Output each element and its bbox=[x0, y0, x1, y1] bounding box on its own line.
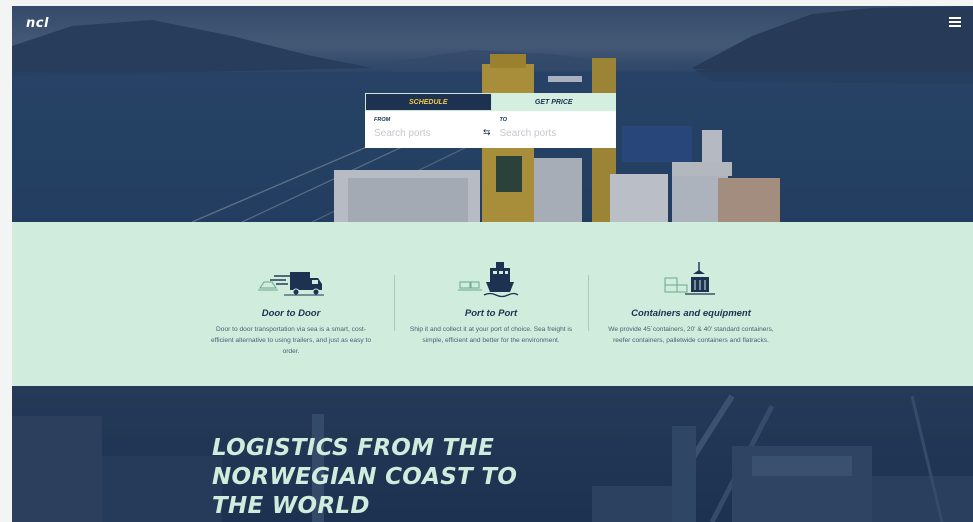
headline-line-3: THE WORLD bbox=[212, 493, 370, 519]
truck-icon bbox=[196, 254, 386, 300]
tab-get-price[interactable]: GET PRICE bbox=[491, 93, 616, 111]
from-port-input[interactable] bbox=[374, 128, 484, 139]
search-tabs: SCHEDULE GET PRICE bbox=[365, 93, 616, 111]
headline: LOGISTICS FROM THE NORWEGIAN COAST TO TH… bbox=[212, 434, 632, 521]
headline-line-1: LOGISTICS FROM THE bbox=[212, 435, 495, 461]
page: ncl SCHEDULE GET PRICE FROM ⇆ TO bbox=[12, 6, 973, 522]
headline-line-2: NORWEGIAN COAST TO bbox=[212, 464, 518, 490]
from-field: FROM bbox=[365, 111, 491, 148]
search-fields: FROM ⇆ TO bbox=[365, 111, 616, 148]
ncl-logo[interactable]: ncl bbox=[26, 16, 49, 31]
swap-arrows-icon[interactable]: ⇆ bbox=[483, 128, 491, 138]
from-label: FROM bbox=[374, 117, 391, 123]
services-section: Door to Door Door to door transportation… bbox=[12, 222, 973, 386]
service-description: We provide 45´containers, 20' & 40' stan… bbox=[608, 326, 774, 344]
port-search-widget: SCHEDULE GET PRICE FROM ⇆ TO bbox=[365, 93, 616, 148]
to-port-input[interactable] bbox=[499, 128, 610, 139]
service-divider bbox=[588, 275, 589, 331]
service-description: Ship it and collect it at your port of c… bbox=[409, 326, 573, 344]
service-containers-equipment[interactable]: Containers and equipment We provide 45´c… bbox=[596, 222, 786, 346]
service-title: Door to Door bbox=[261, 308, 321, 319]
service-door-to-door[interactable]: Door to Door Door to door transportation… bbox=[196, 222, 386, 357]
container-crane-icon bbox=[596, 254, 786, 300]
hamburger-icon[interactable] bbox=[949, 17, 961, 27]
service-divider bbox=[394, 275, 395, 331]
hero-banner: ncl SCHEDULE GET PRICE FROM ⇆ TO bbox=[12, 6, 973, 222]
ship-icon bbox=[396, 254, 586, 300]
service-title: Port to Port bbox=[464, 308, 518, 319]
to-field: TO bbox=[491, 111, 617, 148]
tab-schedule[interactable]: SCHEDULE bbox=[365, 93, 492, 111]
service-title: Containers and equipment bbox=[631, 308, 751, 319]
service-description: Door to door transportation via sea is a… bbox=[210, 326, 372, 355]
service-port-to-port[interactable]: Port to Port Ship it and collect it at y… bbox=[396, 222, 586, 346]
to-label: TO bbox=[499, 117, 508, 123]
logistics-banner: LOGISTICS FROM THE NORWEGIAN COAST TO TH… bbox=[12, 386, 973, 522]
